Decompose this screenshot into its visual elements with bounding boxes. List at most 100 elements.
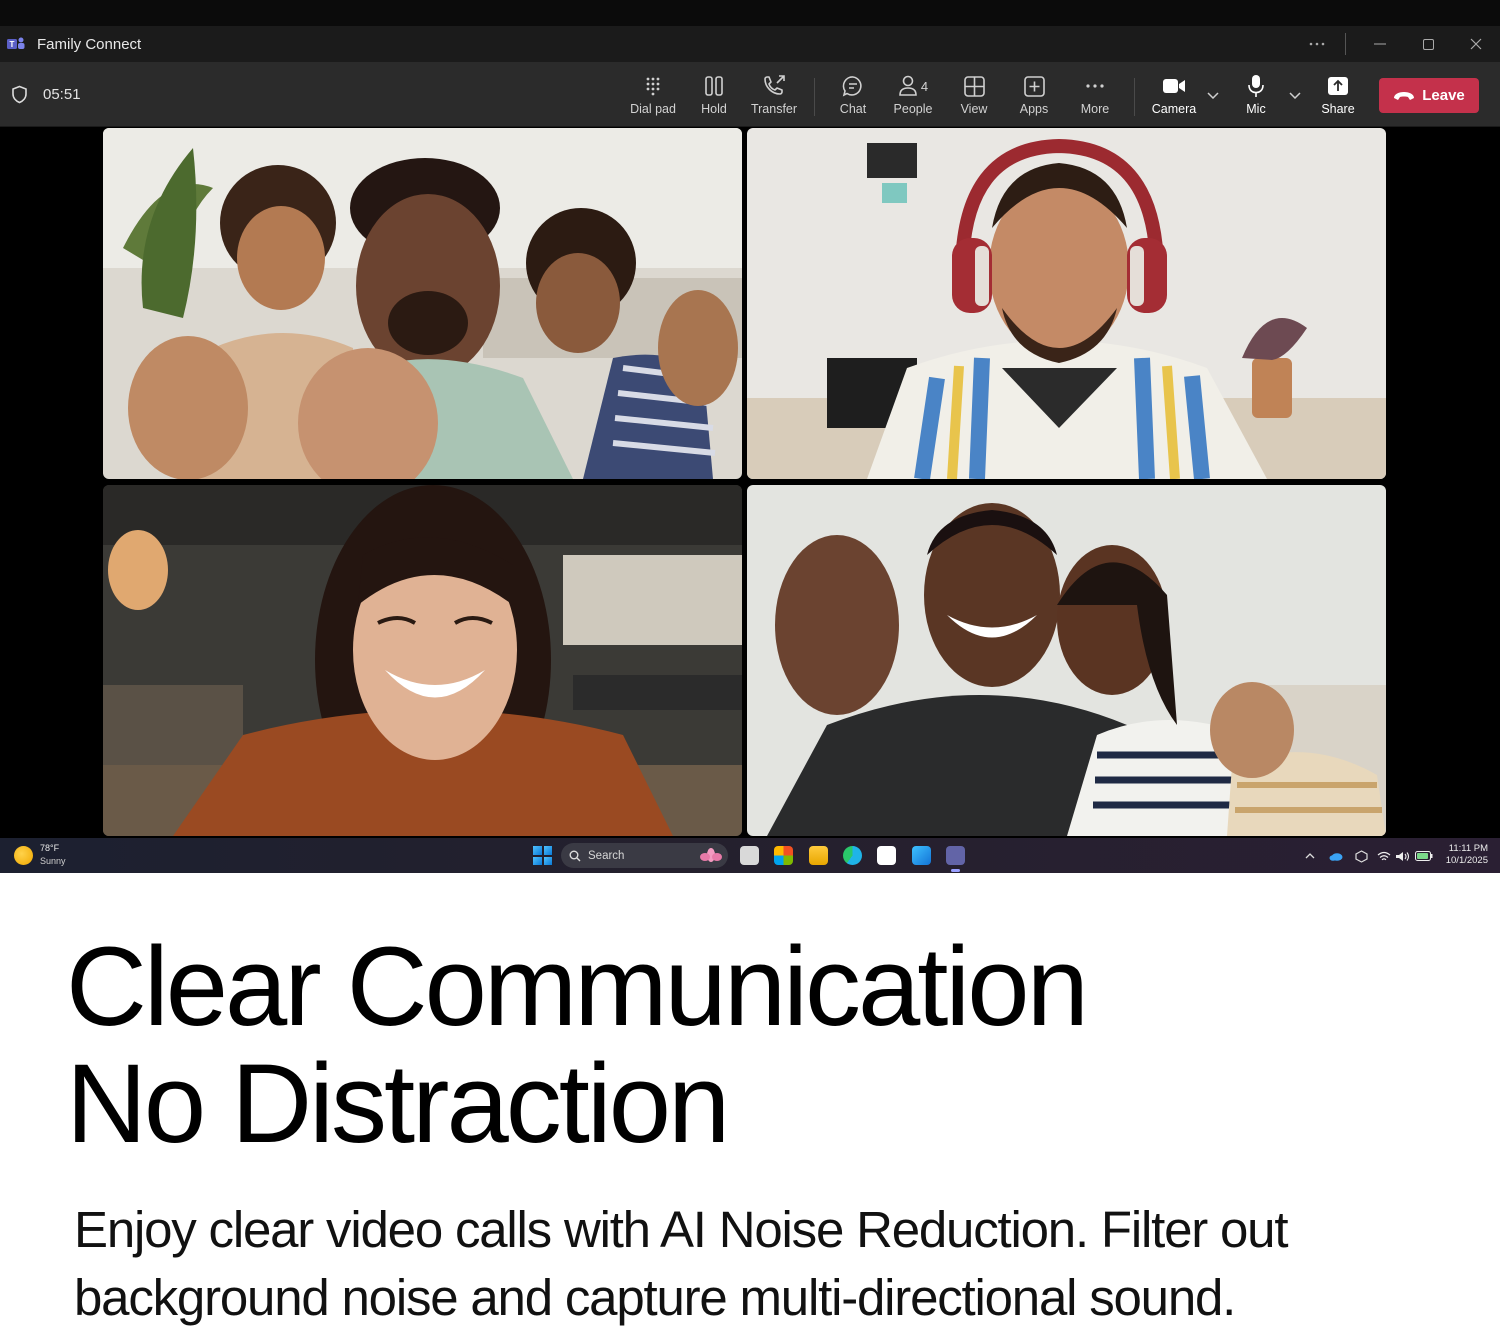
task-view-icon[interactable]	[740, 846, 759, 865]
microphone-icon	[1248, 75, 1264, 97]
search-placeholder: Search	[588, 849, 625, 862]
marketing-headline: Clear Communication No Distraction	[66, 924, 1089, 1166]
people-count: 4	[920, 78, 929, 94]
chat-button[interactable]: Chat	[820, 73, 886, 121]
more-options-button[interactable]	[1293, 26, 1341, 62]
toolbar-divider	[814, 78, 815, 116]
participant-video-tile[interactable]	[103, 128, 742, 479]
apps-label: Apps	[1019, 102, 1049, 116]
smiling-woman-video-feed	[103, 485, 742, 836]
start-button[interactable]	[533, 846, 552, 865]
apps-button[interactable]: Apps	[1001, 73, 1067, 121]
camera-button[interactable]: Camera	[1141, 73, 1207, 121]
teams-icon: T	[7, 37, 25, 49]
hp-device-icon[interactable]	[1353, 848, 1369, 864]
microsoft-store-icon[interactable]	[877, 846, 896, 865]
view-button[interactable]: View	[941, 73, 1007, 121]
more-actions-button[interactable]: More	[1062, 73, 1128, 121]
chevron-up-icon[interactable]	[1302, 848, 1318, 864]
minimize-button[interactable]	[1356, 26, 1404, 62]
window-titlebar: T Family Connect	[0, 26, 1500, 62]
lotus-icon	[700, 848, 722, 862]
people-icon	[899, 75, 917, 96]
hold-label: Hold	[701, 102, 727, 116]
call-toolbar: 05:51 Dial pad Hold Transfer Chat 4 Peop…	[0, 62, 1500, 127]
close-icon	[1470, 38, 1482, 50]
view-label: View	[960, 102, 988, 116]
headline-line-2: No Distraction	[66, 1041, 730, 1166]
window-title: Family Connect	[37, 36, 142, 53]
system-clock[interactable]: 11:11 PM 10/1/2025	[1442, 843, 1488, 867]
clock-time: 11:11 PM	[1448, 843, 1488, 854]
windows-taskbar: 78°F Sunny Search 11:11 PM 10/1/2025	[0, 838, 1500, 873]
top-strip	[0, 0, 1500, 26]
participant-video-tile[interactable]	[103, 485, 742, 836]
windows-logo-icon	[533, 846, 542, 855]
add-app-icon	[1023, 75, 1045, 97]
share-label: Share	[1321, 102, 1355, 116]
weather-temperature[interactable]: 78°F	[40, 843, 59, 853]
toolbar-divider	[1134, 78, 1135, 116]
body-line-2: background noise and capture multi-direc…	[74, 1269, 1236, 1326]
titlebar-divider	[1345, 33, 1346, 55]
body-line-1: Enjoy clear video calls with AI Noise Re…	[74, 1201, 1288, 1258]
taskbar-search[interactable]: Search	[561, 843, 728, 868]
video-stage	[0, 127, 1500, 838]
chat-label: Chat	[839, 102, 867, 116]
headphones-user-video-feed	[747, 128, 1386, 479]
people-label: People	[893, 102, 933, 116]
file-explorer-icon[interactable]	[809, 846, 828, 865]
sun-icon[interactable]	[14, 846, 33, 865]
copilot-icon[interactable]	[774, 846, 793, 865]
video-camera-icon	[1163, 79, 1185, 93]
search-icon	[569, 850, 581, 861]
svg-text:T: T	[10, 40, 15, 49]
transfer-label: Transfer	[750, 102, 798, 116]
participant-video-tile[interactable]	[747, 128, 1386, 479]
transfer-button[interactable]: Transfer	[741, 73, 807, 121]
camera-label: Camera	[1151, 102, 1197, 116]
family-video-feed	[103, 128, 742, 479]
leave-call-button[interactable]: Leave	[1379, 78, 1479, 113]
share-screen-icon	[1328, 77, 1348, 95]
wifi-icon[interactable]	[1376, 848, 1392, 864]
active-app-indicator	[951, 869, 960, 872]
call-timer: 05:51	[43, 86, 81, 103]
more-label: More	[1080, 102, 1110, 116]
chevron-down-icon	[1207, 91, 1219, 99]
close-button[interactable]	[1452, 26, 1500, 62]
volume-icon[interactable]	[1394, 848, 1410, 864]
teams-taskbar-icon[interactable]	[946, 846, 965, 865]
onedrive-cloud-icon[interactable]	[1328, 848, 1344, 864]
family-with-baby-video-feed	[747, 485, 1386, 836]
headline-line-1: Clear Communication	[66, 924, 1089, 1049]
clock-date: 10/1/2025	[1445, 855, 1488, 866]
dial-pad-label: Dial pad	[630, 102, 676, 116]
weather-condition[interactable]: Sunny	[40, 856, 66, 866]
battery-icon[interactable]	[1414, 848, 1434, 864]
maximize-icon	[1422, 38, 1434, 50]
mic-button[interactable]: Mic	[1223, 73, 1289, 121]
edge-browser-icon[interactable]	[843, 846, 862, 865]
maximize-button[interactable]	[1404, 26, 1452, 62]
screen-capture: T Family Connect 05:51 Dial pad Hold Tra…	[0, 0, 1500, 873]
hang-up-icon	[1394, 91, 1415, 100]
dial-pad-button[interactable]: Dial pad	[620, 73, 686, 121]
marketing-body: Enjoy clear video calls with AI Noise Re…	[74, 1196, 1474, 1328]
mic-label: Mic	[1246, 102, 1266, 116]
chat-icon	[842, 76, 862, 97]
grid-view-icon	[963, 75, 985, 97]
call-transfer-icon	[764, 75, 785, 95]
people-button[interactable]: 4 People	[880, 73, 946, 121]
mic-options-dropdown[interactable]	[1287, 87, 1303, 103]
camera-options-dropdown[interactable]	[1205, 87, 1221, 103]
chevron-down-icon	[1289, 91, 1301, 99]
dial-pad-icon	[646, 77, 660, 96]
more-icon	[1309, 42, 1325, 46]
share-button[interactable]: Share	[1305, 73, 1371, 121]
hold-button[interactable]: Hold	[681, 73, 747, 121]
outlook-icon[interactable]	[912, 846, 931, 865]
ellipsis-icon	[1086, 84, 1104, 88]
minimize-icon	[1374, 43, 1386, 45]
participant-video-tile[interactable]	[747, 485, 1386, 836]
